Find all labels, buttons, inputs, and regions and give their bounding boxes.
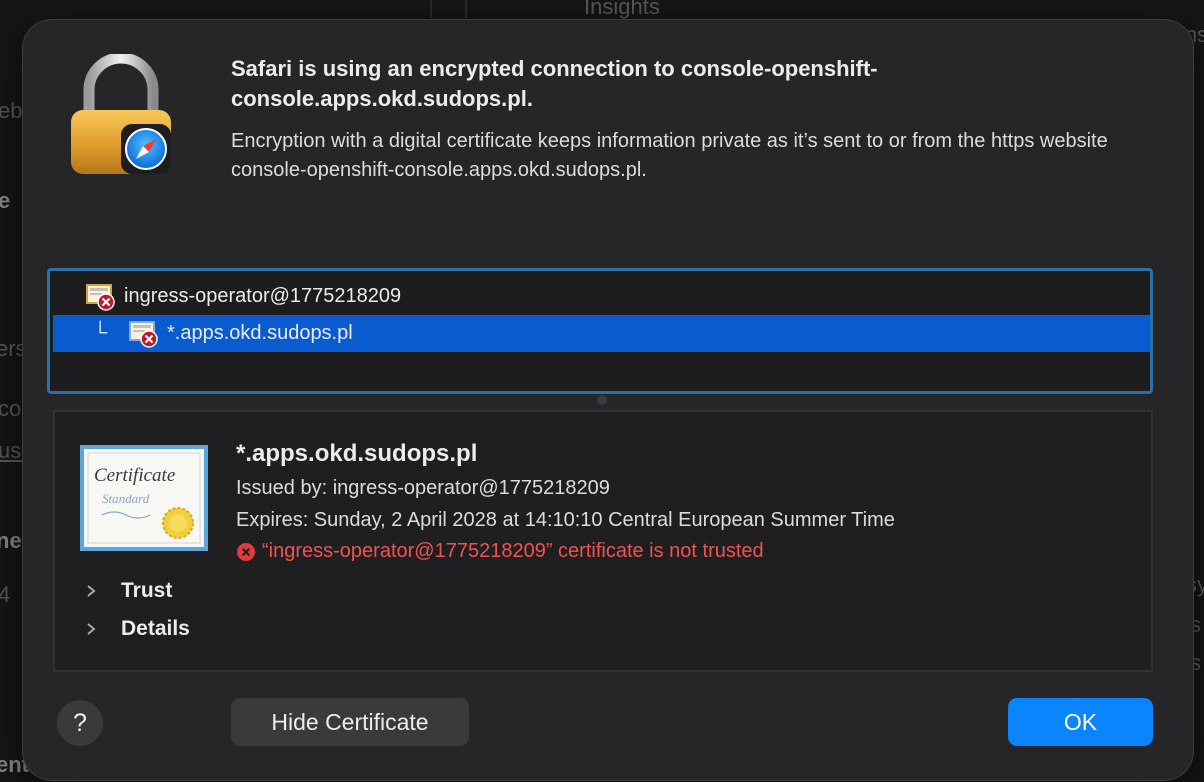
details-label: Details: [121, 617, 190, 640]
tree-item-leaf-certificate[interactable]: └ *.apps.okd.sudops.pl: [53, 315, 1150, 352]
certificate-tree[interactable]: ingress-operator@1775218209 └ *.apps.okd…: [47, 268, 1153, 394]
hide-certificate-button[interactable]: Hide Certificate: [231, 698, 469, 746]
trust-disclosure[interactable]: Trust: [85, 579, 172, 603]
chevron-right-icon: [87, 623, 96, 635]
tree-item-label: ingress-operator@1775218209: [124, 285, 402, 307]
trust-warning-text: “ingress-operator@1775218209” certificat…: [262, 540, 764, 562]
error-x-icon: [237, 542, 255, 561]
background-text: 4: [0, 582, 11, 607]
background-text: ne: [0, 528, 22, 553]
split-view-handle[interactable]: [597, 395, 607, 405]
lock-safari-icon: [71, 54, 171, 174]
certificate-dialog: Safari is using an encrypted connection …: [22, 19, 1194, 781]
certificate-thumbnail-icon: Certificate Standard: [80, 445, 208, 551]
thumbnail-title: Certificate: [94, 465, 175, 486]
dialog-heading: Safari is using an encrypted connection …: [231, 56, 878, 111]
background-text: e: [0, 188, 11, 213]
trust-label: Trust: [121, 579, 173, 602]
background-text: Insights: [584, 0, 660, 19]
certificate-name: *.apps.okd.sudops.pl: [236, 440, 478, 467]
background-text: co: [0, 396, 22, 421]
certificate-untrusted-icon: [86, 283, 115, 311]
background-text: eb: [0, 98, 23, 123]
trust-warning: “ingress-operator@1775218209” certificat…: [236, 540, 764, 563]
tree-item-root-certificate[interactable]: ingress-operator@1775218209: [53, 278, 1150, 315]
certificate-expiry: Expires: Sunday, 2 April 2028 at 14:10:1…: [236, 509, 895, 531]
certificate-untrusted-icon: [129, 320, 158, 348]
ok-button[interactable]: OK: [1008, 698, 1153, 746]
details-disclosure[interactable]: Details: [85, 617, 190, 641]
tree-item-label: *.apps.okd.sudops.pl: [167, 322, 353, 344]
help-button[interactable]: ?: [57, 700, 103, 746]
background-divider: [465, 0, 467, 18]
tree-branch-icon: └: [93, 322, 108, 344]
background-divider: [430, 0, 432, 18]
certificate-detail-panel: Certificate Standard *.apps.okd.sudops.p…: [53, 410, 1153, 672]
thumbnail-subtitle: Standard: [102, 491, 150, 506]
chevron-right-icon: [87, 585, 96, 597]
certificate-issuer: Issued by: ingress-operator@1775218209: [236, 477, 610, 499]
dialog-description: Encryption with a digital certificate ke…: [231, 130, 1108, 181]
